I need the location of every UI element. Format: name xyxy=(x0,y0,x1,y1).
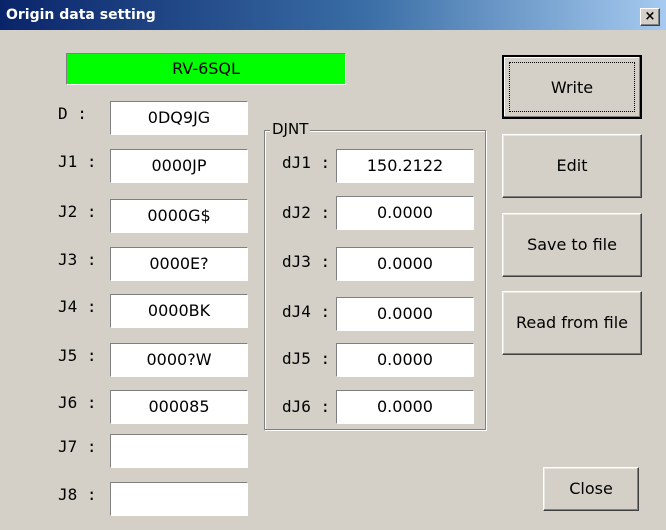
close-button[interactable]: Close xyxy=(543,467,639,511)
close-button-label: Close xyxy=(569,479,613,498)
field-j4[interactable]: 0000BK xyxy=(110,294,248,328)
field-dj4[interactable]: 0.0000 xyxy=(336,297,474,331)
label-j1: J1 : xyxy=(58,152,97,171)
window-title: Origin data setting xyxy=(6,7,156,23)
field-dj6[interactable]: 0.0000 xyxy=(336,390,474,424)
robot-model-display: RV-6SQL xyxy=(66,53,346,85)
field-dj2[interactable]: 0.0000 xyxy=(336,196,474,230)
focus-rectangle xyxy=(509,62,635,112)
field-j6[interactable]: 000085 xyxy=(110,390,248,424)
field-j8[interactable] xyxy=(110,482,248,516)
close-icon[interactable]: × xyxy=(640,8,660,26)
field-dj5[interactable]: 0.0000 xyxy=(336,343,474,377)
field-j2[interactable]: 0000G$ xyxy=(110,199,248,233)
djnt-group-title: DJNT xyxy=(270,120,311,138)
field-dj1[interactable]: 150.2122 xyxy=(336,149,474,183)
label-dj1: dJ1 : xyxy=(282,153,331,172)
save-to-file-button[interactable]: Save to file xyxy=(502,213,642,277)
edit-button-label: Edit xyxy=(556,156,588,175)
write-button[interactable]: Write xyxy=(502,55,642,119)
label-dj6: dJ6 : xyxy=(282,397,331,416)
label-j7: J7 : xyxy=(58,437,97,456)
label-j6: J6 : xyxy=(58,393,97,412)
label-d: D : xyxy=(58,104,87,123)
label-dj4: dJ4 : xyxy=(282,302,331,321)
save-to-file-button-label: Save to file xyxy=(527,235,617,254)
edit-button[interactable]: Edit xyxy=(502,134,642,198)
field-j5[interactable]: 0000?W xyxy=(110,343,248,377)
label-dj3: dJ3 : xyxy=(282,252,331,271)
read-from-file-button-label: Read from file xyxy=(516,313,628,332)
label-j5: J5 : xyxy=(58,346,97,365)
label-dj2: dJ2 : xyxy=(282,203,331,222)
field-dj3[interactable]: 0.0000 xyxy=(336,247,474,281)
label-dj5: dJ5 : xyxy=(282,349,331,368)
field-j1[interactable]: 0000JP xyxy=(110,149,248,183)
label-j2: J2 : xyxy=(58,202,97,221)
label-j4: J4 : xyxy=(58,297,97,316)
label-j8: J8 : xyxy=(58,485,97,504)
field-j7[interactable] xyxy=(110,434,248,468)
field-d[interactable]: 0DQ9JG xyxy=(110,101,248,135)
read-from-file-button[interactable]: Read from file xyxy=(502,291,642,355)
title-bar: Origin data setting × xyxy=(0,0,666,30)
field-j3[interactable]: 0000E? xyxy=(110,247,248,281)
label-j3: J3 : xyxy=(58,250,97,269)
